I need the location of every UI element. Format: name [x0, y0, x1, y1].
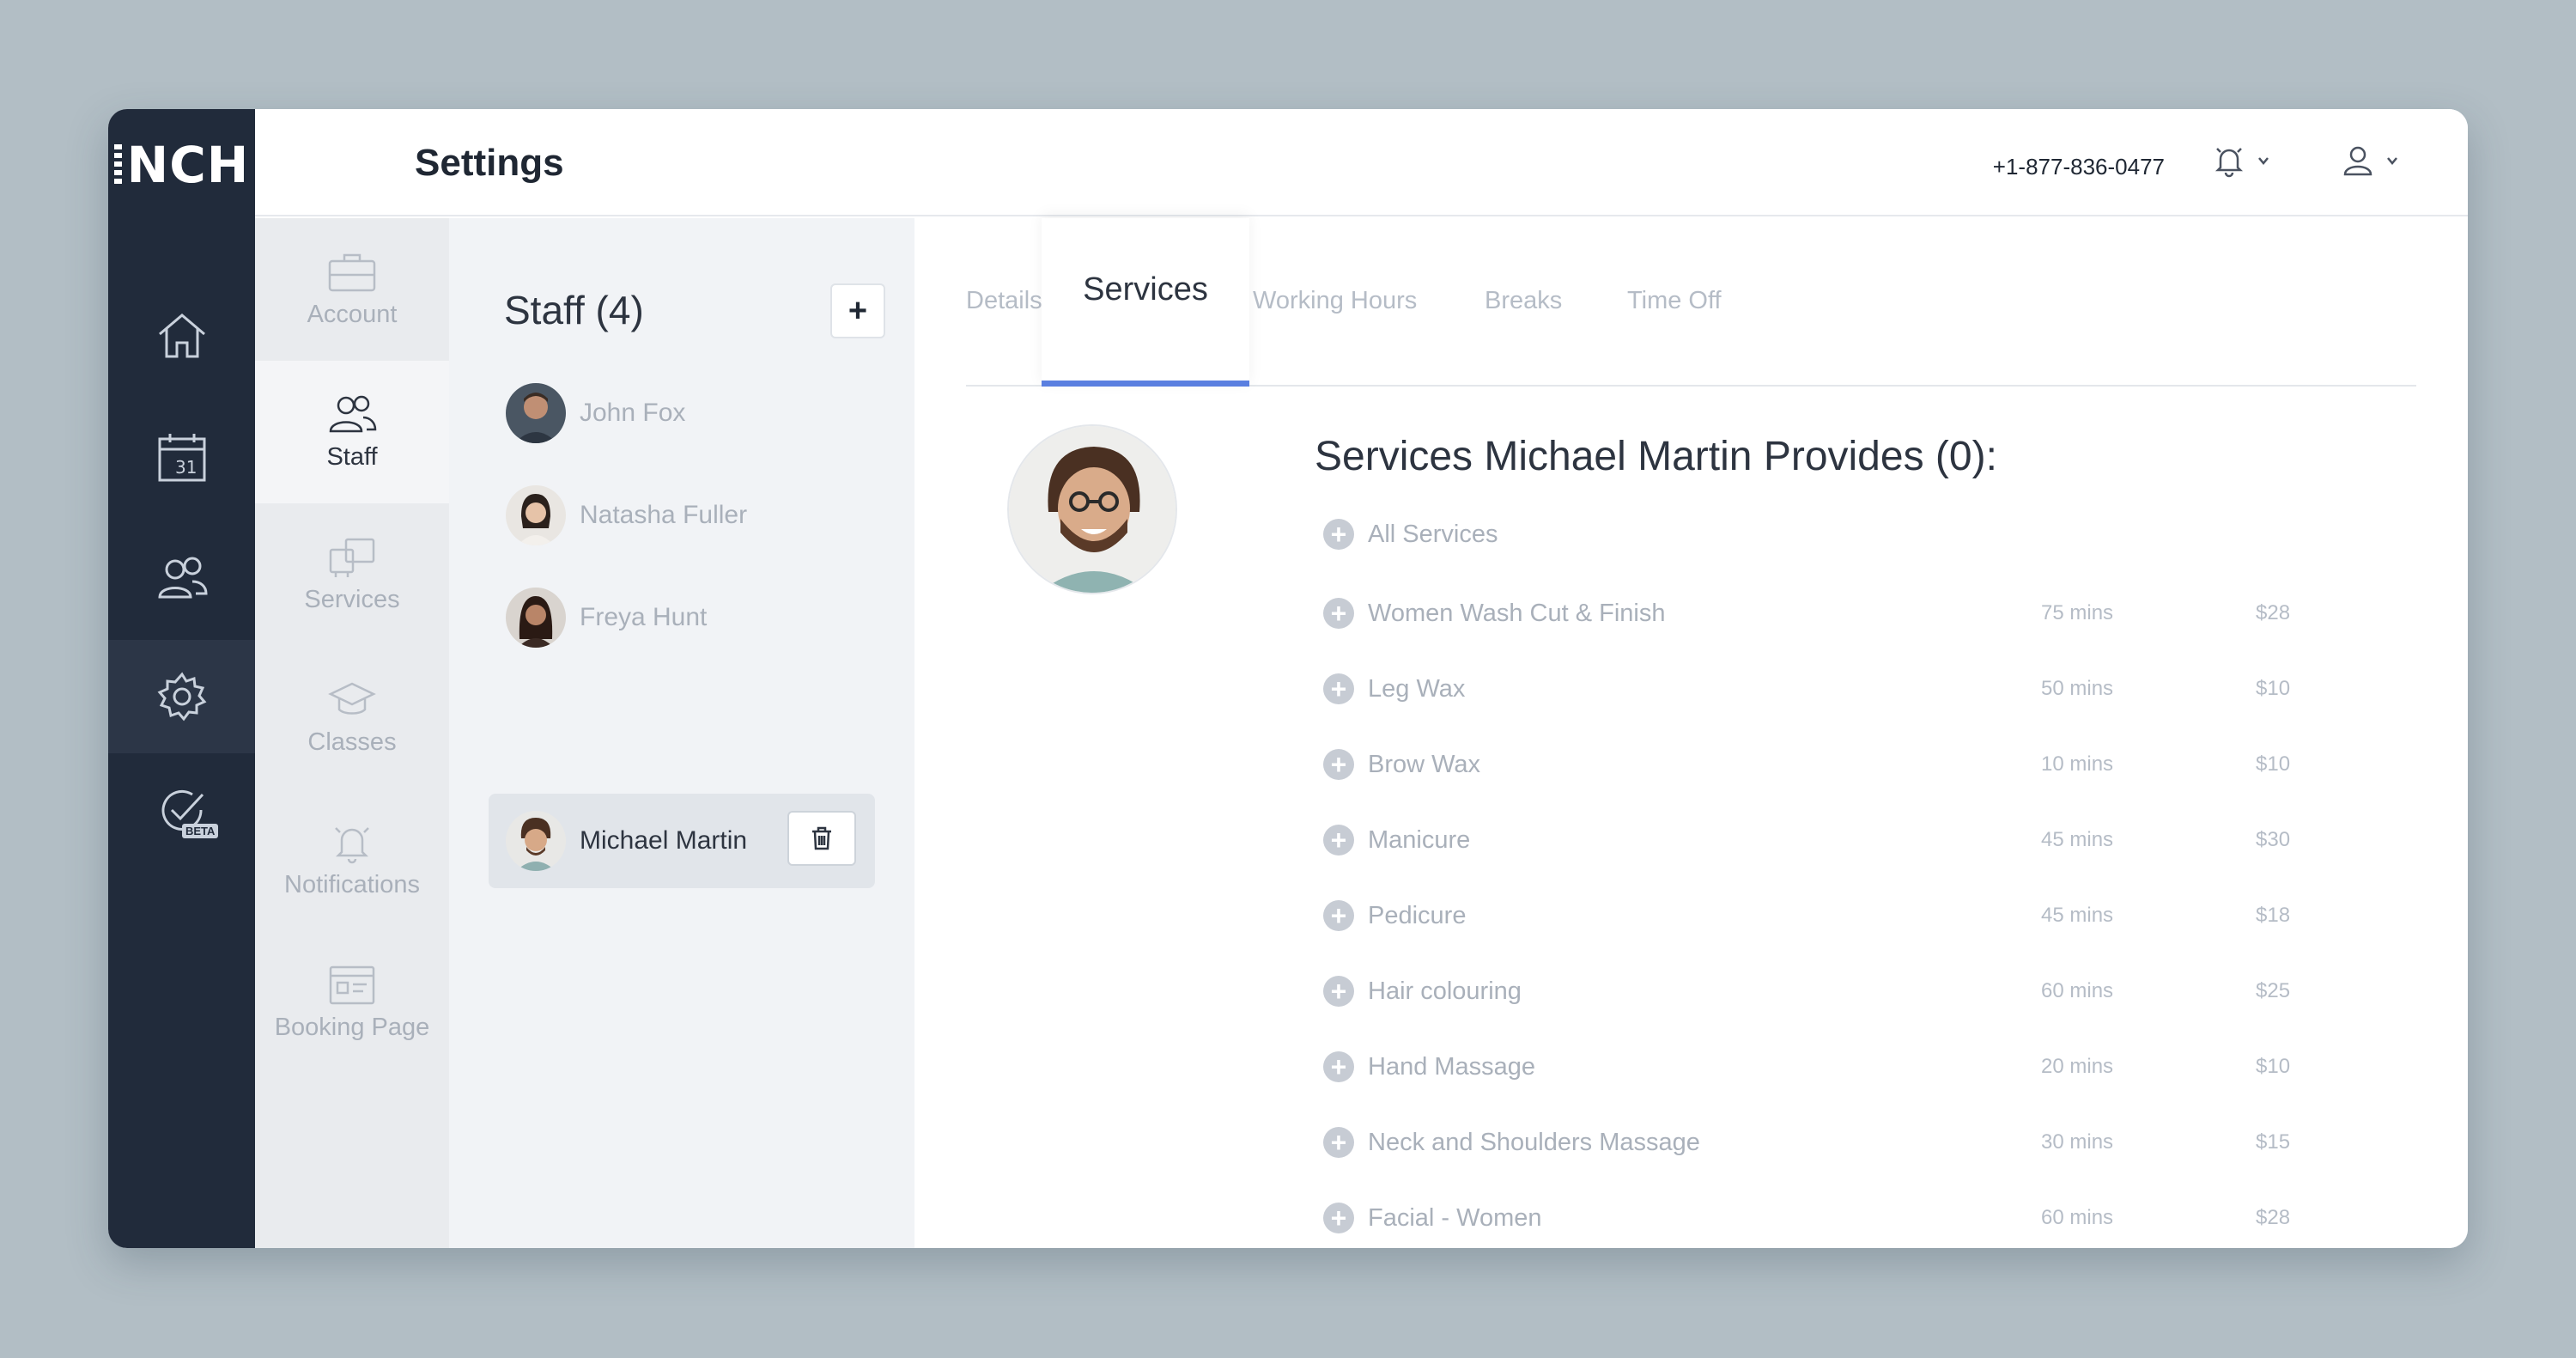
nch-logo[interactable]: NCH	[108, 135, 255, 195]
tab-services[interactable]: Services	[1042, 218, 1249, 387]
staff-item-michael-martin[interactable]: Michael Martin	[489, 794, 875, 888]
service-row[interactable]: + Hand Massage 20 mins $10	[1323, 1041, 2354, 1093]
add-circle-icon[interactable]: +	[1323, 519, 1354, 550]
avatar	[506, 485, 566, 545]
staff-panel: Staff (4) + John Fox Natasha Fuller Frey…	[449, 218, 914, 1248]
delete-staff-button[interactable]	[787, 811, 856, 866]
add-circle-icon[interactable]: +	[1323, 749, 1354, 780]
add-circle-icon[interactable]: +	[1323, 598, 1354, 629]
service-row[interactable]: + Facial - Women 60 mins $28	[1323, 1192, 2354, 1244]
add-circle-icon[interactable]: +	[1323, 825, 1354, 856]
bell-icon	[2215, 148, 2244, 178]
avatar	[506, 383, 566, 443]
top-header: Settings +1-877-836-0477	[255, 109, 2468, 216]
services-heading: Services Michael Martin Provides (0):	[1315, 434, 1997, 479]
calendar-icon[interactable]: 31	[108, 401, 255, 515]
main-content: Details Services Working Hours Breaks Ti…	[914, 218, 2468, 1248]
phone-number: +1-877-836-0477	[1992, 154, 2165, 180]
beta-badge: BETA	[182, 824, 219, 838]
settings-nav-account[interactable]: Account	[255, 218, 449, 361]
user-menu-dropdown[interactable]	[2341, 143, 2399, 178]
tab-working-hours[interactable]: Working Hours	[1253, 287, 1417, 315]
notifications-dropdown[interactable]	[2212, 143, 2270, 178]
staff-item-natasha-fuller[interactable]: Natasha Fuller	[489, 468, 875, 563]
check-beta-icon[interactable]: BETA	[108, 755, 255, 868]
settings-nav-notifications[interactable]: Notifications	[255, 789, 449, 931]
app-window: NCH 31 BETA Settings +1-877-836-0477 Acc…	[108, 109, 2468, 1248]
main-rail: NCH 31 BETA	[108, 109, 255, 1248]
settings-nav-staff[interactable]: Staff	[255, 361, 449, 503]
chevron-down-icon	[2258, 157, 2269, 165]
user-icon	[2343, 146, 2372, 176]
settings-nav: Account Staff Services Classes Notificat…	[255, 218, 449, 1248]
settings-nav-services[interactable]: Services	[255, 503, 449, 646]
tab-breaks[interactable]: Breaks	[1485, 287, 1562, 315]
tab-details[interactable]: Details	[966, 287, 1042, 315]
add-circle-icon[interactable]: +	[1323, 673, 1354, 704]
trash-icon	[812, 826, 831, 850]
avatar	[506, 811, 566, 871]
people-icon[interactable]	[108, 521, 255, 635]
add-circle-icon[interactable]: +	[1323, 1127, 1354, 1158]
tab-bar: Details Services Working Hours Breaks Ti…	[966, 218, 2416, 387]
add-circle-icon[interactable]: +	[1323, 1203, 1354, 1233]
all-services-row[interactable]: + All Services	[1323, 508, 2354, 560]
staff-item-john-fox[interactable]: John Fox	[489, 366, 875, 460]
service-row[interactable]: + Manicure 45 mins $30	[1323, 814, 2354, 866]
tab-time-off[interactable]: Time Off	[1627, 287, 1722, 315]
settings-gear-icon[interactable]	[108, 640, 255, 753]
staff-item-freya-hunt[interactable]: Freya Hunt	[489, 570, 875, 665]
staff-title: Staff (4)	[504, 288, 644, 332]
add-circle-icon[interactable]: +	[1323, 900, 1354, 931]
svg-text:31: 31	[175, 457, 197, 478]
services-icon	[329, 538, 375, 577]
briefcase-icon	[328, 253, 376, 291]
settings-nav-classes[interactable]: Classes	[255, 646, 449, 789]
add-circle-icon[interactable]: +	[1323, 1051, 1354, 1082]
service-row[interactable]: + Leg Wax 50 mins $10	[1323, 663, 2354, 715]
home-icon[interactable]	[108, 279, 255, 393]
booking-page-icon	[329, 965, 375, 1004]
service-row[interactable]: + Neck and Shoulders Massage 30 mins $15	[1323, 1117, 2354, 1168]
service-row[interactable]: + Brow Wax 10 mins $10	[1323, 739, 2354, 790]
service-row[interactable]: + Women Wash Cut & Finish 75 mins $28	[1323, 588, 2354, 639]
graduation-cap-icon	[328, 682, 376, 715]
bell-icon	[335, 826, 369, 863]
avatar	[506, 588, 566, 648]
add-circle-icon[interactable]: +	[1323, 976, 1354, 1007]
staff-profile-photo	[1007, 424, 1177, 594]
service-row[interactable]: + Pedicure 45 mins $18	[1323, 890, 2354, 941]
chevron-down-icon	[2387, 157, 2397, 165]
staff-icon	[329, 395, 377, 432]
settings-nav-booking-page[interactable]: Booking Page	[255, 931, 449, 1074]
service-row[interactable]: + Hair colouring 60 mins $25	[1323, 965, 2354, 1017]
add-staff-button[interactable]: +	[830, 283, 885, 338]
page-title: Settings	[415, 142, 564, 184]
